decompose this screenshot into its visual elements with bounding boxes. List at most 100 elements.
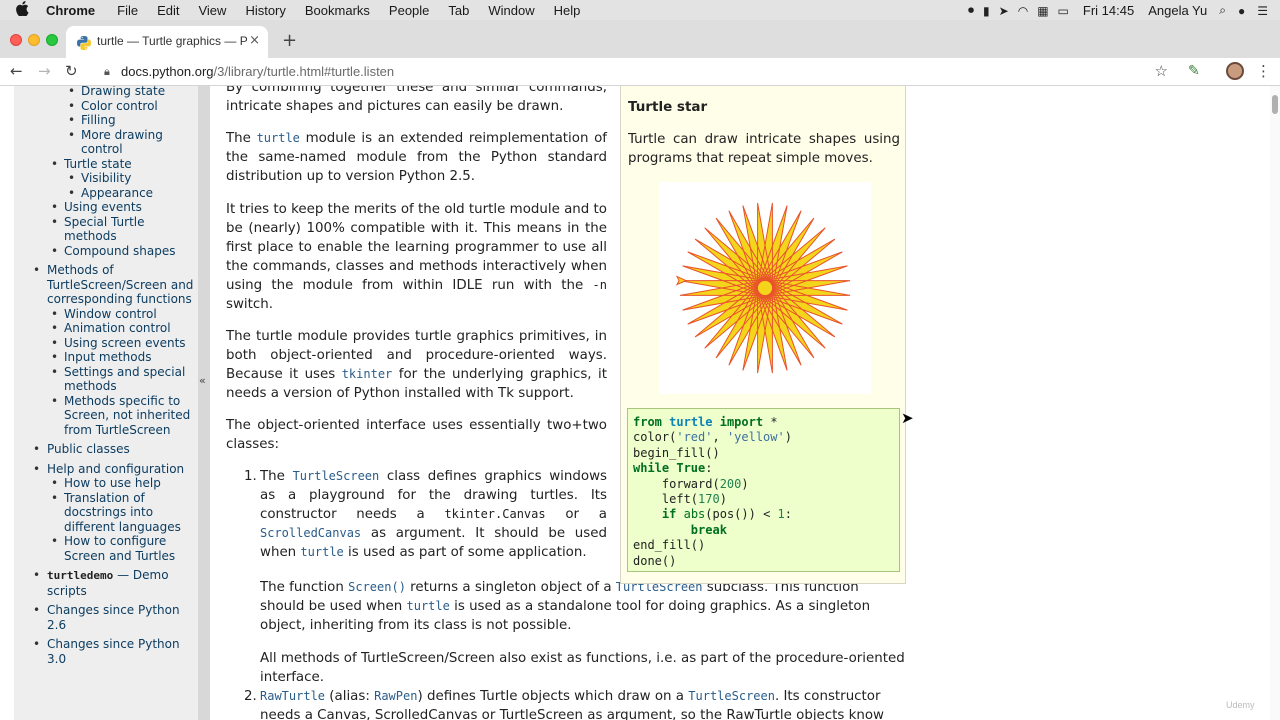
code-rawpen-link[interactable]: RawPen (374, 689, 417, 703)
code-turtlescreen-link[interactable]: TurtleScreen (293, 469, 380, 483)
toc-list: Drawing stateColor controlFillingMore dr… (14, 86, 198, 666)
bookmark-star-icon[interactable]: ☆ (1155, 62, 1168, 80)
menubar-user[interactable]: Angela Yu (1148, 3, 1207, 18)
wifi-icon[interactable]: ◠ (1018, 4, 1028, 18)
window-minimize-button[interactable] (28, 34, 40, 46)
toc-item-label: Appearance (81, 185, 154, 200)
menubar-clock[interactable]: Fri 14:45 (1083, 3, 1134, 18)
toc-item[interactable]: Compound shapes (14, 244, 198, 259)
toc-item[interactable]: Drawing state (14, 86, 198, 99)
menu-tab[interactable]: Tab (448, 3, 469, 18)
code-turtle-link[interactable]: turtle (407, 599, 450, 613)
notification-center-icon[interactable]: ☰ (1257, 4, 1268, 18)
tab-close-icon[interactable]: × (249, 33, 260, 48)
window-maximize-button[interactable] (46, 34, 58, 46)
address-bar[interactable]: 🔒︎ docs.python.org/3/library/turtle.html… (94, 59, 1180, 85)
spotlight-search-icon[interactable]: ⌕ (1219, 3, 1226, 18)
toc-item[interactable]: Special Turtle methods (14, 215, 198, 244)
tab-title: turtle — Turtle graphics — Python (97, 34, 247, 48)
menu-window[interactable]: Window (488, 3, 534, 18)
code-scrolledcanvas-link[interactable]: ScrolledCanvas (260, 526, 361, 540)
toc-item[interactable]: Public classes (14, 442, 198, 457)
menu-people[interactable]: People (389, 3, 429, 18)
paragraph-screen-function: The function Screen() returns a singleto… (260, 578, 907, 635)
page-viewport: Drawing stateColor controlFillingMore dr… (0, 86, 1280, 720)
toc-item[interactable]: Using events (14, 200, 198, 215)
siri-icon[interactable]: ● (1238, 4, 1245, 18)
text: or a (545, 507, 607, 522)
flag-uk-icon[interactable]: ▦ (1037, 4, 1048, 18)
chat-icon[interactable]: ▮ (983, 4, 990, 18)
menu-file[interactable]: File (117, 3, 138, 18)
menu-bookmarks[interactable]: Bookmarks (305, 3, 370, 18)
scrollbar-thumb[interactable] (1272, 95, 1278, 114)
menu-view[interactable]: View (198, 3, 226, 18)
code-text: : (705, 461, 713, 476)
toc-item-label: Animation control (64, 321, 171, 335)
url-host: docs.python.org (121, 64, 214, 79)
url-text[interactable]: docs.python.org/3/library/turtle.html#tu… (121, 64, 394, 79)
turtle-star-sidebar: Turtle star Turtle can draw intricate sh… (620, 86, 906, 584)
toc-item[interactable]: turtledemo — Demo scripts (14, 568, 198, 598)
toc-item[interactable]: Changes since Python 3.0 (14, 637, 198, 666)
reload-icon[interactable]: ↻ (65, 62, 78, 80)
toc-item[interactable]: Methods specific to Screen, not inherite… (14, 394, 198, 438)
menu-history[interactable]: History (245, 3, 285, 18)
toc-item[interactable]: How to configure Screen and Turtles (14, 534, 198, 563)
toc-item[interactable]: Turtle state (14, 157, 198, 172)
toc-item[interactable]: Using screen events (14, 336, 198, 351)
code-kw: while (633, 461, 670, 476)
toc-item[interactable]: Filling (14, 113, 198, 128)
toc-item[interactable]: Appearance (14, 186, 198, 201)
toc-item[interactable]: Translation of docstrings into different… (14, 491, 198, 535)
code-tkinter-link[interactable]: tkinter (342, 367, 393, 381)
menu-help[interactable]: Help (554, 3, 581, 18)
lock-icon[interactable]: 🔒︎ (104, 65, 110, 79)
toc-item[interactable]: Changes since Python 2.6 (14, 603, 198, 632)
cast-icon[interactable]: ➤ (999, 4, 1009, 18)
code-text: , (712, 430, 727, 445)
toc-item[interactable]: How to use help (14, 476, 198, 491)
tab-active[interactable]: turtle — Turtle graphics — Python × (66, 26, 268, 58)
code-kw: break (690, 522, 727, 537)
toc-item[interactable]: Animation control (14, 321, 198, 336)
code-screen-link[interactable]: Screen() (348, 580, 406, 594)
toc-item[interactable]: Help and configuration (14, 462, 198, 477)
code-turtlescreen-link[interactable]: TurtleScreen (688, 689, 775, 703)
toc-item[interactable]: Settings and special methods (14, 365, 198, 394)
toc-item[interactable]: Methods of TurtleScreen/Screen and corre… (14, 263, 198, 307)
code-turtle-link[interactable]: turtle (257, 131, 300, 145)
page-scrollbar[interactable] (1270, 86, 1280, 720)
battery-icon[interactable]: ▭ (1058, 4, 1069, 18)
toc-item-label: Special Turtle methods (64, 214, 145, 244)
toc-item[interactable]: Visibility (14, 171, 198, 186)
collapse-sidebar-icon[interactable]: « (199, 374, 206, 387)
code-text: end_fill() (633, 538, 706, 553)
code-rawturtle-link[interactable]: RawTurtle (260, 689, 325, 703)
code-text: * (763, 415, 778, 429)
paragraph-intro-end: By combining together these and similar … (226, 86, 607, 114)
apple-menu-icon[interactable] (16, 1, 29, 19)
profile-avatar[interactable] (1226, 62, 1244, 80)
code-turtle-link[interactable]: turtle (300, 545, 343, 559)
back-arrow-icon[interactable]: ← (10, 62, 23, 80)
sidebar-collapse-bar[interactable]: « (198, 86, 210, 720)
screen-record-icon[interactable]: ⏺ (968, 3, 974, 18)
toc-item[interactable]: Color control (14, 99, 198, 114)
toc-item[interactable]: Input methods (14, 350, 198, 365)
window-close-button[interactable] (10, 34, 22, 46)
paragraph-compatibility: It tries to keep the merits of the old t… (226, 200, 607, 314)
chrome-menu-icon[interactable]: ⋮ (1256, 62, 1271, 80)
list-item-turtlescreen: The TurtleScreen class defines graphics … (260, 467, 607, 562)
toc-item[interactable]: More drawing control (14, 128, 198, 157)
forward-arrow-icon[interactable]: → (38, 62, 51, 80)
toc-item[interactable]: Window control (14, 307, 198, 322)
paragraph-primitives: The turtle module provides turtle graphi… (226, 327, 607, 403)
docs-sidebar-toc: Drawing stateColor controlFillingMore dr… (14, 86, 198, 720)
menu-edit[interactable]: Edit (157, 3, 179, 18)
extension-icon[interactable]: ✎ (1188, 63, 1200, 79)
new-tab-button[interactable]: + (282, 30, 297, 51)
toc-item-label: Turtle state (64, 156, 132, 171)
udemy-watermark: Udemy (1226, 700, 1255, 710)
menu-app-chrome[interactable]: Chrome (46, 3, 95, 18)
